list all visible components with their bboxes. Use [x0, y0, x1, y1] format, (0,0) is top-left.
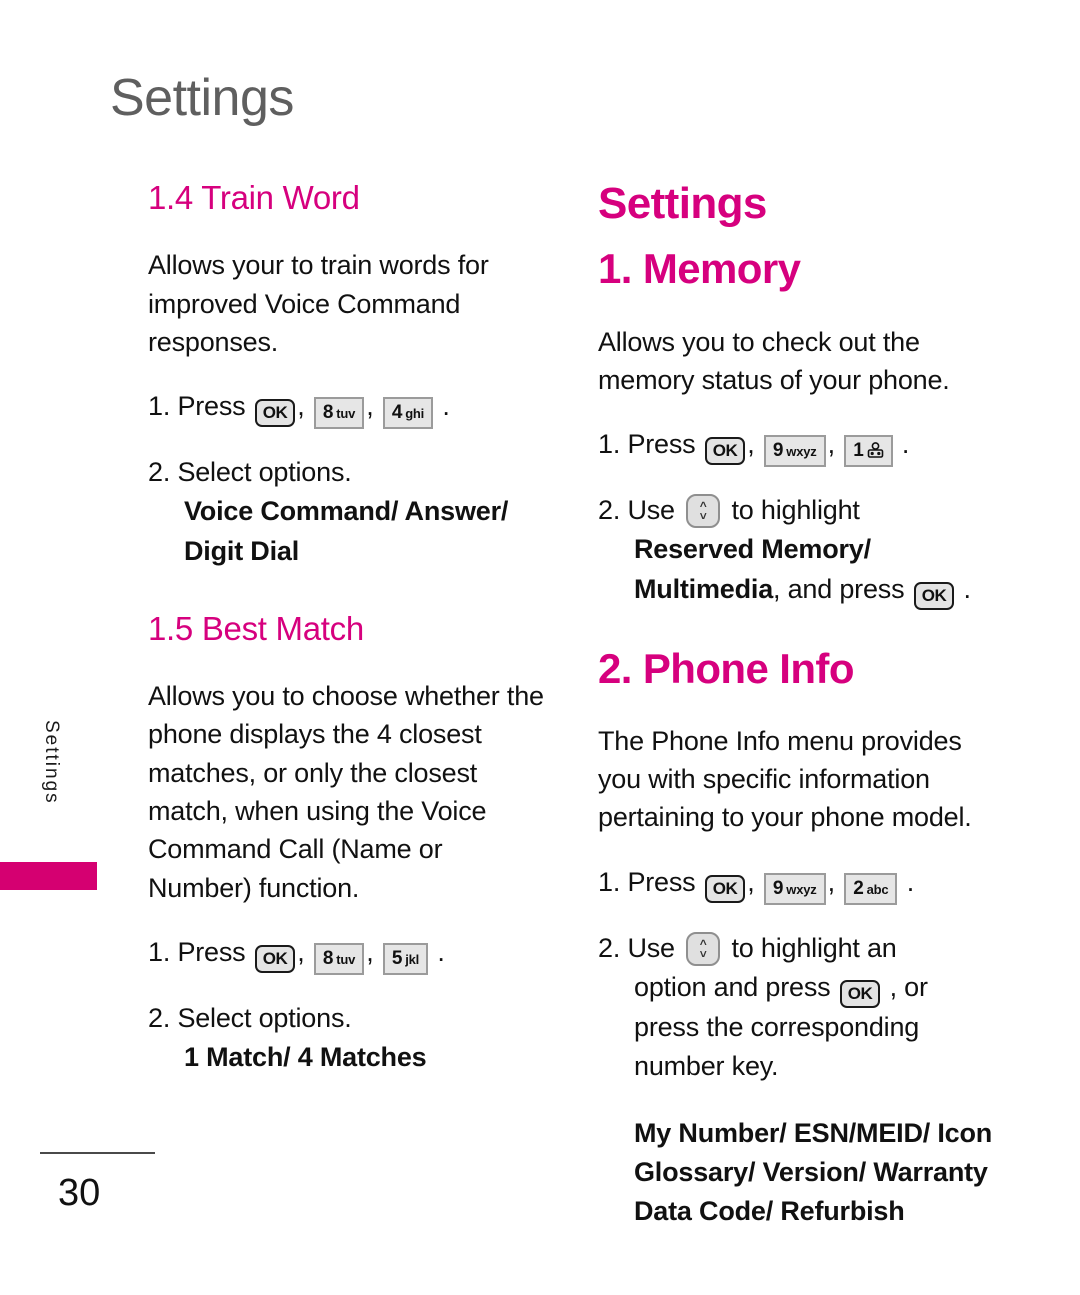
phone-info-line2-before: option and press: [634, 971, 831, 1002]
step-text: Use: [627, 495, 675, 526]
step-text: Press: [627, 866, 696, 897]
memory-tail-text: , and press: [773, 573, 905, 604]
period-2: .: [437, 936, 445, 967]
step-text: Use: [627, 932, 675, 963]
heading-phone-info: 2. Phone Info: [598, 644, 854, 692]
step-number: 1.: [148, 391, 171, 422]
side-tab-accent-block: [0, 862, 97, 890]
key-8-tuv[interactable]: 8 tuv: [313, 942, 365, 975]
step-memory-1: 1. Press OK, 9 wxyz, 1 .: [598, 425, 998, 468]
key-letters: wxyz: [786, 881, 817, 897]
section-title-settings: Settings: [598, 179, 767, 228]
step-train-word-1: 1. Press OK, 8 tuv, 4 ghi .: [148, 387, 548, 430]
step-number: 2.: [598, 932, 621, 963]
heading-memory: 1. Memory: [598, 245, 801, 293]
step-text-after: to highlight an: [731, 932, 897, 963]
key-digit: 1: [853, 440, 864, 462]
up-down-arrows-icon[interactable]: ^ ˅: [686, 931, 721, 966]
key-letters: abc: [866, 881, 889, 897]
key-digit: 9: [772, 440, 784, 462]
side-tab: Settings: [0, 720, 100, 920]
comma-4: ,: [366, 936, 374, 967]
footer-divider: [40, 1152, 155, 1154]
period-5: .: [906, 866, 915, 897]
comma-5: ,: [747, 429, 755, 460]
page-number: 30: [58, 1172, 101, 1214]
step-phone-info-2: 2. Use ^ ˅ to highlight an option and pre…: [598, 929, 998, 1086]
step-text-after: to highlight: [731, 495, 860, 526]
body-best-match: Allows you to choose whether the phone d…: [148, 681, 544, 903]
step-text: Press: [177, 936, 246, 967]
step-best-match-2: 2. Select options. 1 Match/ 4 Matches: [148, 999, 548, 1077]
heading-best-match: 1.5 Best Match: [148, 609, 364, 647]
side-tab-label: Settings: [41, 720, 62, 805]
step-options-best-match: 1 Match/ 4 Matches: [184, 1042, 427, 1073]
step-number: 2.: [598, 495, 621, 526]
body-memory: Allows you to check out the memory statu…: [598, 326, 950, 395]
voicemail-icon: [867, 442, 884, 459]
step-phone-info-1: 1. Press OK, 9 wxyz, 2 abc .: [598, 863, 998, 905]
key-ok[interactable]: OK: [704, 874, 746, 903]
step-number: 1.: [148, 936, 171, 967]
step-text: Select options.: [177, 457, 352, 488]
key-ok[interactable]: OK: [254, 399, 296, 428]
step-options-train-word: Voice Command/ Answer/ Digit Dial: [184, 496, 509, 566]
key-ok[interactable]: OK: [913, 581, 955, 610]
key-ok[interactable]: OK: [839, 979, 881, 1008]
key-5-jkl[interactable]: 5 jkl: [382, 942, 429, 975]
key-digit: 2: [853, 877, 864, 899]
heading-train-word: 1.4 Train Word: [148, 179, 360, 216]
key-ok[interactable]: OK: [254, 944, 296, 973]
phone-info-line2-after: , or: [889, 971, 928, 1002]
left-column: 1.4 Train Word Allows your to train word…: [148, 179, 548, 1101]
period-3: .: [901, 429, 910, 460]
key-8-tuv[interactable]: 8 tuv: [313, 397, 365, 430]
menu-option-line: My Number/ ESN/MEID/ Icon: [634, 1118, 993, 1149]
step-memory-2: 2. Use ^ ˅ to highlight Reserved Memory/ …: [598, 491, 998, 610]
comma-6: ,: [827, 429, 836, 460]
step-best-match-1: 1. Press OK, 8 tuv, 5 jkl .: [148, 933, 548, 975]
menu-option-line: Glossary/ Version/ Warranty: [634, 1157, 988, 1188]
key-letters: wxyz: [786, 444, 817, 460]
comma-1: ,: [297, 391, 305, 422]
body-phone-info: The Phone Info menu provides you with sp…: [598, 725, 972, 833]
up-down-arrows-icon[interactable]: ^ ˅: [686, 494, 721, 529]
key-9-wxyz[interactable]: 9 wxyz: [763, 435, 826, 468]
step-text: Select options.: [177, 1002, 352, 1033]
page-title: Settings: [110, 69, 294, 127]
phone-info-menu-options: My Number/ ESN/MEID/ Icon Glossary/ Vers…: [598, 1114, 998, 1231]
right-column: Settings 1. Memory Allows you to check o…: [598, 179, 998, 1256]
key-2-abc[interactable]: 2 abc: [844, 872, 898, 905]
comma-8: ,: [827, 866, 836, 897]
step-text: Press: [627, 429, 696, 460]
menu-option-line: Data Code/ Refurbish: [634, 1196, 905, 1227]
step-text: Press: [177, 391, 246, 422]
comma-3: ,: [297, 936, 305, 967]
memory-options-line1: Reserved Memory/: [634, 534, 871, 565]
key-digit: 9: [772, 877, 784, 899]
memory-options-line2: Multimedia: [634, 573, 774, 604]
key-9-wxyz[interactable]: 9 wxyz: [763, 872, 826, 905]
period-1: .: [442, 391, 450, 422]
comma-2: ,: [366, 391, 374, 422]
step-number: 1.: [598, 429, 621, 460]
step-train-word-2: 2. Select options. Voice Command/ Answer…: [148, 453, 548, 570]
phone-info-line4: number key.: [634, 1050, 779, 1081]
body-train-word: Allows your to train words for improved …: [148, 250, 489, 357]
step-number: 1.: [598, 866, 621, 897]
step-number: 2.: [148, 457, 171, 488]
period-4: .: [963, 573, 972, 604]
key-4-ghi[interactable]: 4 ghi: [382, 397, 434, 430]
key-ok[interactable]: OK: [704, 437, 746, 466]
key-1-voicemail[interactable]: 1: [844, 435, 893, 468]
comma-7: ,: [747, 866, 755, 897]
phone-info-line3: press the corresponding: [634, 1011, 920, 1042]
step-number: 2.: [148, 1002, 171, 1033]
